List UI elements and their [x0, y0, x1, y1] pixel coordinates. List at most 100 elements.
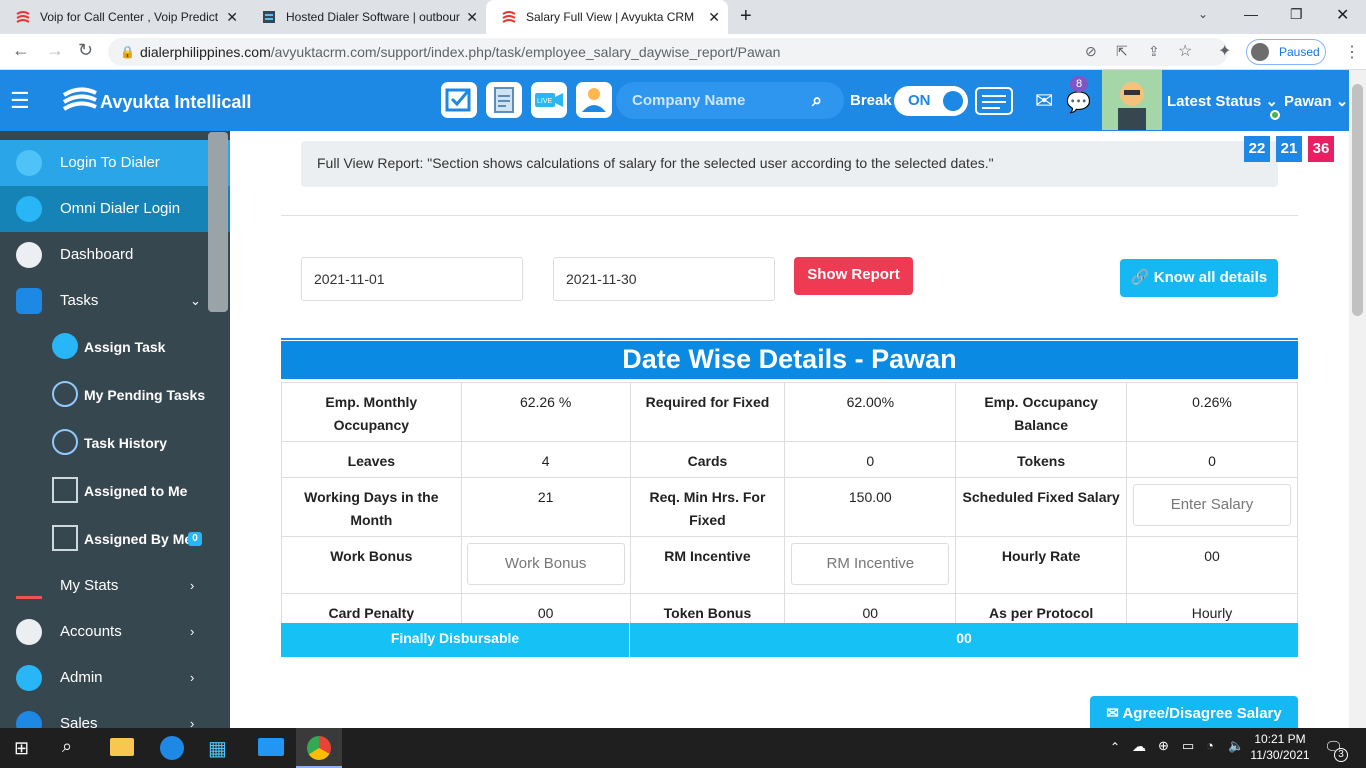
mail-icon[interactable]: [258, 738, 284, 756]
sidebar-item-assign-task[interactable]: Assign Task: [0, 323, 230, 371]
agree-disagree-salary-button[interactable]: ✉ Agree/Disagree Salary: [1090, 696, 1298, 730]
sidebar-item-assigned-by-me[interactable]: Assigned By Me 0: [0, 515, 230, 563]
sidebar: Login To Dialer Omni Dialer Login Dashbo…: [0, 131, 230, 728]
chevron-up-icon[interactable]: ⌃: [1110, 740, 1120, 754]
sidebar-item-label: My Pending Tasks: [84, 387, 206, 403]
close-tab-icon[interactable]: ✕: [466, 9, 478, 26]
sidebar-item-tasks[interactable]: Tasks ⌄: [0, 278, 230, 324]
battery-icon[interactable]: ▭: [1182, 738, 1194, 754]
enter-salary-input[interactable]: Enter Salary: [1132, 484, 1291, 526]
sidebar-item-task-history[interactable]: Task History: [0, 419, 230, 467]
tab-salary-full-view[interactable]: Salary Full View | Avyukta CRM ✕: [486, 0, 728, 34]
know-all-details-label: Know all details: [1153, 269, 1268, 286]
break-toggle[interactable]: ON: [894, 86, 968, 116]
volume-icon[interactable]: 🔈: [1228, 738, 1244, 754]
sidebar-item-admin[interactable]: Admin ›: [0, 655, 230, 701]
hourly-rate-value: 00: [1125, 536, 1299, 594]
sidebar-item-label: Omni Dialer Login: [60, 200, 181, 217]
tokens-label: Tokens: [955, 441, 1127, 478]
sidebar-item-dashboard[interactable]: Dashboard: [0, 232, 230, 278]
close-tab-icon[interactable]: ✕: [226, 9, 238, 26]
counter-badge: 22: [1244, 136, 1270, 162]
sidebar-item-login-to-dialer[interactable]: Login To Dialer: [0, 140, 230, 186]
close-tab-icon[interactable]: ✕: [708, 9, 720, 26]
wifi-icon[interactable]: ◔: [1206, 738, 1214, 753]
menu-dots-icon[interactable]: ⋮: [1344, 42, 1360, 62]
url-input[interactable]: 🔒 dialerphilippines.com/avyuktacrm.com/s…: [108, 38, 1228, 66]
work-bonus-cell: Work Bonus: [460, 536, 631, 594]
sidebar-item-accounts[interactable]: Accounts ›: [0, 609, 230, 655]
chevron-down-icon: ⌄: [190, 293, 201, 308]
clipboard-icon[interactable]: [486, 82, 522, 118]
occupancy-balance-label: Emp. Occupancy Balance: [955, 382, 1127, 442]
support-person-icon[interactable]: [576, 82, 612, 118]
tokens-value: 0: [1125, 441, 1299, 478]
minimize-icon[interactable]: —: [1244, 6, 1258, 22]
edge-icon[interactable]: [160, 736, 184, 760]
open-in-app-icon[interactable]: ⇱: [1116, 43, 1128, 60]
onedrive-icon[interactable]: ☁: [1132, 738, 1146, 755]
live-video-icon[interactable]: LIVE: [531, 82, 567, 118]
extensions-icon[interactable]: ✦: [1218, 41, 1231, 61]
chevron-down-icon[interactable]: ⌄: [1198, 7, 1208, 21]
back-icon[interactable]: ←: [12, 40, 30, 61]
sidebar-item-assigned-to-me[interactable]: Assigned to Me: [0, 467, 230, 515]
counter-badge: 21: [1276, 136, 1302, 162]
sidebar-item-omni-dialer-login[interactable]: Omni Dialer Login: [0, 186, 230, 232]
rm-incentive-input[interactable]: RM Incentive: [791, 543, 950, 585]
profile-button[interactable]: Paused: [1246, 39, 1326, 65]
scheduled-fixed-salary-label: Scheduled Fixed Salary: [955, 477, 1127, 537]
monitor-icon: [52, 477, 78, 503]
close-window-icon[interactable]: ✕: [1336, 5, 1349, 25]
chrome-taskbar-button[interactable]: [296, 728, 342, 768]
task-check-icon[interactable]: [441, 82, 477, 118]
share-icon[interactable]: ⇪: [1148, 43, 1160, 60]
bookmark-star-icon[interactable]: ☆: [1178, 41, 1192, 61]
company-name-search[interactable]: Company Name ⌕: [616, 82, 844, 119]
latest-status-dropdown[interactable]: Latest Status ⌄: [1167, 92, 1278, 110]
sidebar-scrollbar[interactable]: [208, 132, 228, 312]
search-icon[interactable]: ⌕: [62, 736, 72, 757]
from-date-input[interactable]: 2021-11-01: [301, 257, 523, 301]
store-icon[interactable]: ▦: [208, 736, 227, 761]
user-menu[interactable]: Pawan ⌄: [1284, 92, 1348, 110]
know-all-details-button[interactable]: 🔗 Know all details: [1120, 259, 1278, 297]
security-icon[interactable]: ⊕: [1158, 738, 1169, 754]
cookie-blocked-icon[interactable]: ⊘: [1085, 43, 1097, 60]
work-bonus-input[interactable]: Work Bonus: [466, 543, 625, 585]
search-icon[interactable]: ⌕: [812, 82, 822, 119]
show-report-button[interactable]: Show Report: [794, 257, 913, 295]
avatar[interactable]: [1102, 70, 1162, 130]
sidebar-item-my-stats[interactable]: My Stats ›: [0, 563, 230, 609]
occupancy-balance-value: 0.26%: [1125, 382, 1299, 442]
maximize-icon[interactable]: ❐: [1290, 6, 1303, 23]
sidebar-item-label: Task History: [84, 435, 167, 451]
reload-icon[interactable]: ↻: [78, 40, 93, 61]
notes-list-icon[interactable]: [974, 82, 1013, 118]
salary-details-table: Emp. Monthly Occupancy 62.26 % Required …: [281, 382, 1299, 630]
cards-value: 0: [784, 441, 957, 478]
sidebar-item-sales[interactable]: Sales ›: [0, 701, 230, 728]
sidebar-item-label: Sales: [60, 715, 98, 728]
to-date-input[interactable]: 2021-11-30: [553, 257, 775, 301]
tab-voip[interactable]: Voip for Call Center , Voip Predict ✕: [0, 0, 246, 34]
page-scrollbar[interactable]: [1349, 70, 1366, 728]
chat-icon[interactable]: 💬: [1066, 90, 1091, 115]
online-status-dot: [1270, 110, 1280, 120]
scrollbar-thumb[interactable]: [1352, 84, 1363, 316]
sidebar-item-my-pending-tasks[interactable]: My Pending Tasks: [0, 371, 230, 419]
mail-icon[interactable]: ✉: [1035, 88, 1053, 114]
tab-hosted-dialer[interactable]: Hosted Dialer Software | outbour ✕: [246, 0, 486, 34]
forward-icon[interactable]: →: [46, 40, 64, 61]
speedometer-icon: [16, 242, 42, 268]
new-tab-icon[interactable]: +: [740, 5, 752, 28]
hamburger-menu-icon[interactable]: ☰: [10, 88, 30, 114]
clock-time: 10:21 PM: [1254, 732, 1306, 746]
tab-title: Voip for Call Center , Voip Predict: [40, 10, 219, 24]
chrome-icon: [307, 736, 331, 760]
windows-start-icon[interactable]: ⊞: [14, 738, 29, 759]
file-explorer-icon[interactable]: [110, 738, 134, 756]
site-favicon-icon: [502, 10, 516, 24]
system-clock[interactable]: 10:21 PM 11/30/2021: [1250, 731, 1310, 763]
salary-cell: Enter Salary: [1125, 477, 1299, 537]
